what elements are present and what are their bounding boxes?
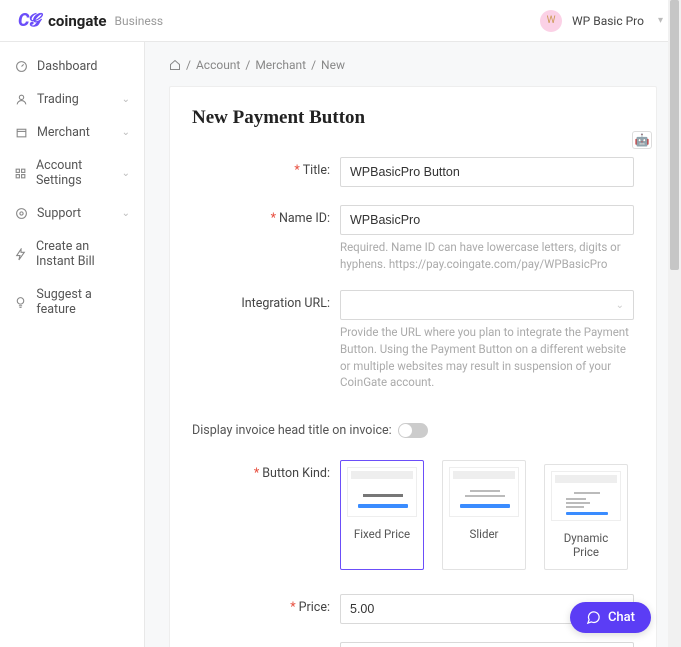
settings-icon	[14, 166, 27, 180]
sidebar-item-label: Support	[37, 206, 81, 221]
avatar: W	[540, 10, 562, 32]
chevron-down-icon: ⌄	[122, 168, 130, 179]
toggle-label: Display invoice head title on invoice:	[192, 423, 392, 438]
username: WP Basic Pro	[572, 14, 644, 28]
user-icon	[14, 93, 28, 107]
brand-name: coingate	[48, 12, 106, 30]
logo-mark: C𝓖	[18, 10, 38, 31]
nameid-label: Name ID:	[279, 211, 330, 226]
sidebar-item-trading[interactable]: Trading ⌄	[0, 83, 144, 116]
title-input[interactable]	[340, 157, 634, 187]
dashboard-icon	[14, 60, 28, 74]
nameid-input[interactable]	[340, 205, 634, 235]
integrationurl-select[interactable]: ⌄	[340, 290, 634, 320]
kind-dynamic-price[interactable]: Dynamic Price	[544, 464, 628, 570]
price-label: Price:	[299, 600, 330, 615]
sidebar-item-label: Merchant	[37, 125, 90, 140]
chat-button[interactable]: Chat	[570, 602, 651, 633]
form-card: 🤖 New Payment Button *Title: *Name ID: R…	[169, 86, 657, 647]
sidebar-item-label: Dashboard	[37, 59, 97, 74]
sidebar-item-instant-bill[interactable]: Create an Instant Bill	[0, 230, 144, 278]
page-title: New Payment Button	[192, 107, 634, 129]
merchant-icon	[14, 126, 28, 140]
invoice-title-toggle[interactable]	[398, 423, 428, 438]
brand-sub: Business	[115, 14, 164, 28]
kind-name-fixed: Fixed Price	[347, 523, 417, 547]
kind-preview-dynamic	[551, 471, 621, 521]
chat-icon	[586, 610, 601, 625]
kind-preview-fixed	[347, 467, 417, 517]
kind-fixed-price[interactable]: Fixed Price	[340, 460, 424, 570]
buttonkind-label: Button Kind:	[262, 466, 330, 481]
sidebar-item-merchant[interactable]: Merchant ⌄	[0, 116, 144, 149]
sidebar-item-dashboard[interactable]: Dashboard	[0, 50, 144, 83]
breadcrumb-merchant[interactable]: Merchant	[255, 58, 306, 72]
support-icon	[14, 207, 28, 221]
main-content: /Account /Merchant /New 🤖 New Payment Bu…	[145, 42, 681, 647]
bolt-icon	[14, 247, 27, 261]
sidebar-item-suggest[interactable]: Suggest a feature	[0, 278, 144, 326]
topbar: C𝓖 coingate Business W WP Basic Pro ▾	[0, 0, 681, 42]
robot-icon[interactable]: 🤖	[632, 131, 652, 149]
breadcrumb: /Account /Merchant /New	[169, 58, 657, 72]
title-label: Title:	[303, 163, 330, 178]
scrollbar-thumb[interactable]	[670, 0, 679, 270]
sidebar-item-label: Create an Instant Bill	[36, 239, 130, 269]
kind-slider[interactable]: Slider	[442, 460, 526, 570]
integrationurl-hint: Provide the URL where you plan to integr…	[340, 324, 634, 391]
chevron-down-icon: ⌄	[122, 94, 130, 105]
chevron-down-icon: ⌄	[122, 208, 130, 219]
sidebar-item-account-settings[interactable]: Account Settings ⌄	[0, 149, 144, 197]
chat-label: Chat	[608, 610, 635, 625]
user-menu[interactable]: W WP Basic Pro ▾	[540, 10, 663, 32]
breadcrumb-current: New	[321, 58, 345, 72]
kind-name-dynamic: Dynamic Price	[551, 527, 621, 565]
integrationurl-label: Integration URL:	[241, 296, 330, 311]
brand-area: C𝓖 coingate Business	[18, 10, 163, 31]
sidebar-item-label: Account Settings	[36, 158, 122, 188]
kind-name-slider: Slider	[449, 523, 519, 547]
sidebar-item-support[interactable]: Support ⌄	[0, 197, 144, 230]
kind-preview-slider	[449, 467, 519, 517]
home-icon[interactable]	[169, 59, 181, 71]
bulb-icon	[14, 295, 27, 309]
sidebar-item-label: Suggest a feature	[36, 287, 130, 317]
sidebar-item-label: Trading	[37, 92, 79, 107]
chevron-down-icon: ▾	[658, 15, 663, 26]
scrollbar[interactable]	[668, 0, 681, 647]
currency-input[interactable]	[340, 642, 634, 647]
nameid-hint: Required. Name ID can have lowercase let…	[340, 239, 634, 272]
chevron-down-icon: ⌄	[122, 127, 130, 138]
breadcrumb-account[interactable]: Account	[196, 58, 240, 72]
sidebar: Dashboard Trading ⌄ Merchant ⌄ Account S…	[0, 42, 145, 647]
